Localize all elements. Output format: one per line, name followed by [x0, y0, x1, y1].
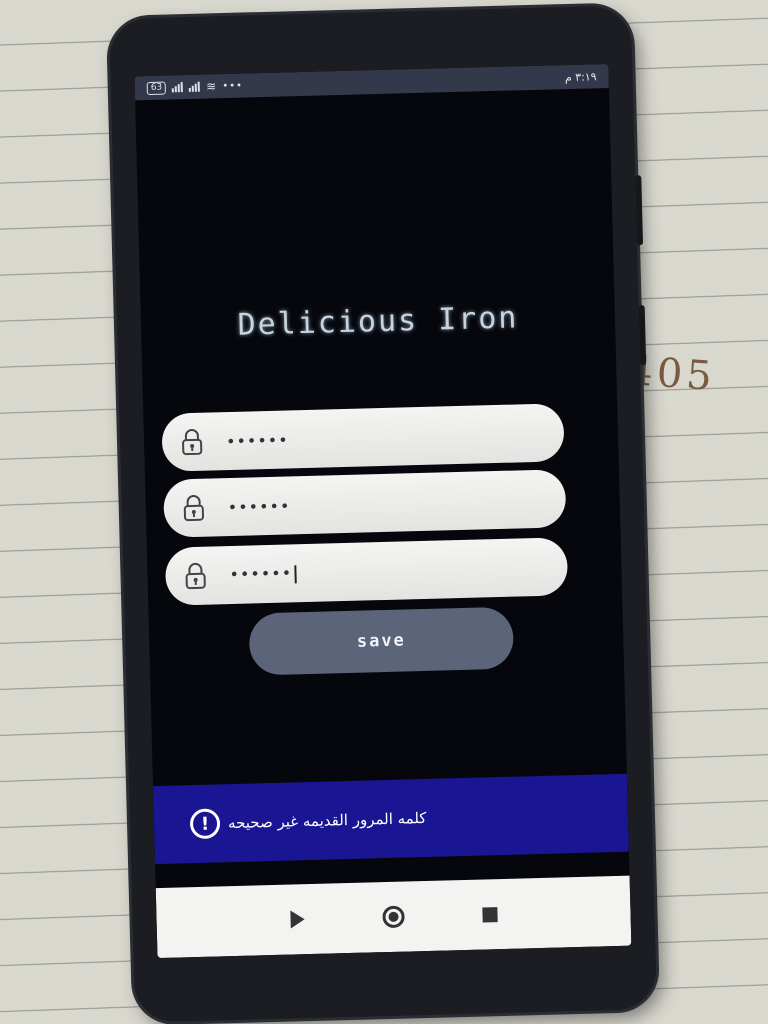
phone-screen: 63 ≋ ••• ٣:١٩ م Delicious Iron •••••• ••…: [134, 63, 632, 959]
snackbar-message: كلمه المرور القديمه غير صحيحه: [227, 808, 427, 833]
recents-icon[interactable]: [481, 906, 498, 923]
status-icons: 63 ≋ •••: [146, 79, 244, 95]
exclamation-circle-icon: !: [189, 808, 221, 840]
new-password-field[interactable]: ••••••: [163, 469, 567, 538]
home-icon[interactable]: [381, 905, 405, 929]
navigation-bar: [155, 875, 632, 959]
old-password-field[interactable]: ••••••: [161, 403, 565, 472]
lock-icon: [183, 494, 205, 522]
new-password-value: ••••••: [227, 495, 291, 517]
wifi-icon: ≋: [206, 79, 217, 94]
save-button[interactable]: save: [248, 606, 515, 676]
lock-icon: [185, 562, 206, 590]
power-button: [638, 305, 647, 366]
status-time: ٣:١٩ م: [564, 69, 597, 84]
battery-icon: 63: [146, 81, 167, 95]
confirm-password-value: ••••••: [229, 564, 297, 585]
signal-icon: [172, 82, 184, 93]
text-caret: [293, 565, 297, 584]
phone-device: 63 ≋ ••• ٣:١٩ م Delicious Iron •••••• ••…: [108, 5, 658, 1023]
old-password-value: ••••••: [225, 429, 289, 451]
confirm-password-field[interactable]: ••••••: [164, 537, 569, 606]
more-icon: •••: [222, 80, 244, 92]
error-snackbar: ! كلمه المرور القديمه غير صحيحه: [153, 773, 629, 865]
lock-icon: [182, 428, 203, 456]
app-title: Delicious Iron: [237, 300, 519, 343]
back-icon[interactable]: [289, 910, 305, 929]
signal-icon-2: [189, 81, 201, 92]
volume-button: [635, 175, 644, 246]
status-bar: 63 ≋ ••• ٣:١٩ م: [134, 63, 609, 101]
